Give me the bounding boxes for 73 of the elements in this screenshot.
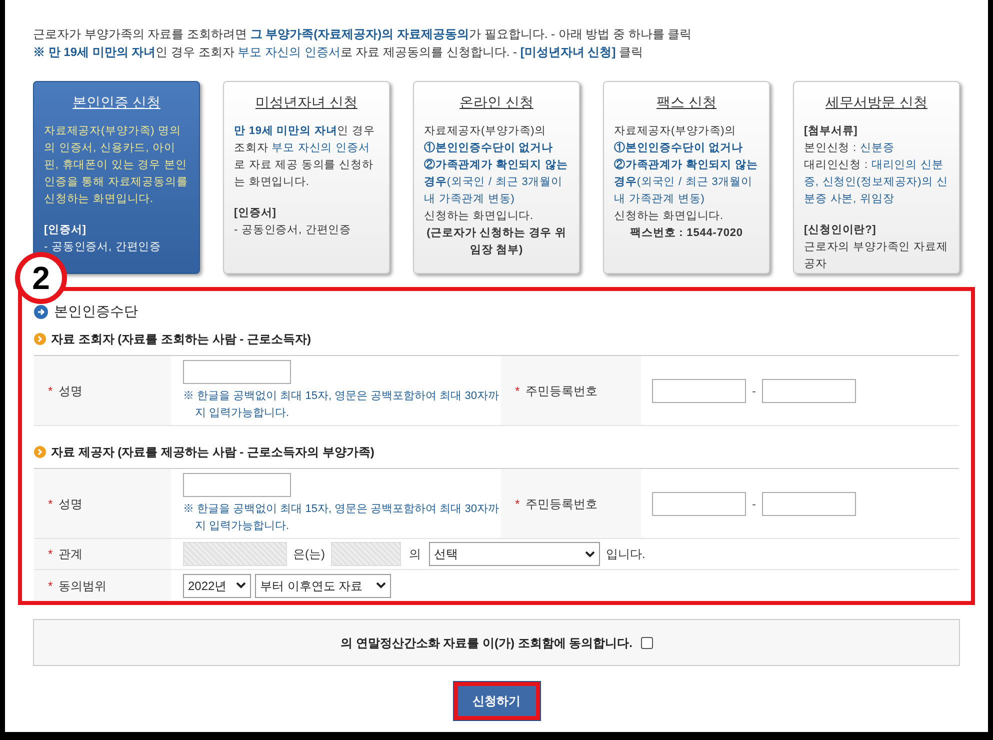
card-text: ①본인인증수단이 없거나 bbox=[424, 140, 554, 156]
dropdown[interactable]: 2022년 bbox=[183, 574, 251, 598]
hint-text: ※ 한글을 공백없이 최대 15자, 영문은 공백포함하여 최대 30자까지 입력가능합니다. bbox=[183, 388, 500, 420]
input-field[interactable] bbox=[183, 472, 291, 496]
card-text: 대리인신청 : 대리인의 신분증, 신청인(정보제공자)의 신분증 사본, 위임장 bbox=[804, 158, 949, 207]
field-label: 성명 bbox=[58, 382, 83, 400]
field-label: 동의범위 bbox=[58, 578, 107, 594]
card-text: 만 19세 미만의 자녀 인 경우 조회자 부모 자신의 인증서 로 자료 제공 동의를 신청하는 화면입니다. bbox=[234, 124, 376, 190]
card-text: 자료제공자(부양가족)의 bbox=[614, 124, 738, 139]
step-badge: 2 bbox=[15, 252, 67, 304]
card-text: 자료제공자(부양가족)의 bbox=[424, 124, 548, 139]
input-field[interactable] bbox=[762, 492, 856, 516]
required-mark: * bbox=[48, 546, 53, 563]
input-field[interactable] bbox=[652, 492, 746, 516]
card-text: 자료제공자(부양가족) 명의의 인증서, 신용카드, 아이핀, 휴대폰이 있는 경우 본인 인증을 통해 자료제공동의를 신청하는 화면입니다. bbox=[44, 124, 189, 207]
option-card[interactable]: 온라인 신청 자료제공자(부양가족)의 ①본인인증수단이 없거나 ②가족관계가 확인되지 않는 경우(외국인 / 최근 3개월이내 가족관계 변동) 신청하는 화면입니다. (근로자가 신청하는 경우 위임장 첨부) bbox=[413, 81, 580, 274]
hint-text: ※ 한글을 공백없이 최대 15자, 영문은 공백포함하여 최대 30자까지 입력가능합니다. bbox=[183, 502, 500, 534]
agreement-text: 의 연말정산간소화 자료를 이(가) 조회함에 동의합니다. bbox=[340, 634, 632, 652]
connector-text: 은(는) bbox=[293, 546, 325, 563]
required-mark: * bbox=[515, 382, 520, 400]
bullet-icon bbox=[34, 446, 46, 458]
card-text: [인증서] bbox=[44, 223, 88, 238]
connector-text: 의 bbox=[408, 546, 422, 563]
card-text: 근로자의 부양가족인 자료제공자 bbox=[804, 240, 949, 272]
option-card[interactable]: 세무서방문 신청 [첨부서류] 본인신청 : 신분증 대리인신청 : 대리인의 신분증, 신청인(정보제공자)의 신분증 사본, 위임장 [신청인이란?] 근로자의 부양가족인 자료제공자 bbox=[793, 81, 960, 274]
submit-button[interactable]: 신청하기 bbox=[454, 682, 540, 720]
group-title: 자료 조회자 (자료를 조회하는 사람 - 근로소득자) bbox=[51, 331, 311, 348]
intro-text: 근로자가 부양가족의 자료를 조회하려면 그 부양가족(자료제공자)의 자료제공동의가 필요합니다. - 아래 방법 중 하나를 클릭 bbox=[33, 26, 693, 43]
card-title: 본인인증 신청 bbox=[72, 93, 162, 112]
field-label: 관계 bbox=[58, 546, 83, 563]
chevron-icon bbox=[585, 550, 595, 558]
separator: - bbox=[752, 496, 756, 512]
card-text: [신청인이란?] bbox=[804, 223, 878, 238]
group-title: 자료 제공자 (자료를 제공하는 사람 - 근로소득자의 부양가족) bbox=[51, 444, 374, 461]
card-text: - 공동인증서, 간편인증 bbox=[44, 240, 162, 255]
card-text: ②가족관계가 확인되지 않는 경우(외국인 / 최근 3개월이내 가족관계 변동) bbox=[424, 158, 569, 207]
arrow-circle-icon bbox=[34, 304, 48, 318]
option-card[interactable]: 미성년자녀 신청 만 19세 미만의 자녀 인 경우 조회자 부모 자신의 인증서 로 자료 제공 동의를 신청하는 화면입니다. [인증서] - 공동인증서, 간편인증 bbox=[223, 81, 390, 274]
dropdown[interactable]: 선택 bbox=[429, 542, 600, 566]
dropdown[interactable]: 부터 이후연도 자료 bbox=[255, 574, 391, 598]
card-text: - 공동인증서, 간편인증 bbox=[234, 223, 352, 238]
card-title: 팩스 신청 bbox=[656, 93, 718, 112]
agreement-checkbox[interactable] bbox=[640, 636, 652, 648]
connector-text: 입니다. bbox=[606, 546, 646, 563]
card-text: (근로자가 신청하는 경우 위임장 첨부) bbox=[426, 226, 568, 258]
intro-text: ※ 만 19세 미만의 자녀 인 경우 조회자 부모 자신의 인증서로 자료 제공동의를 신청합니다. - [미성년자녀 신청] 클릭 bbox=[33, 44, 644, 61]
chevron-icon bbox=[236, 582, 246, 589]
card-text: 본인신청 : 신분증 bbox=[804, 141, 896, 156]
field-label: 성명 bbox=[58, 496, 83, 512]
card-text: ①본인인증수단이 없거나 bbox=[614, 140, 744, 156]
required-mark: * bbox=[48, 496, 53, 512]
card-text: [인증서] bbox=[234, 206, 278, 221]
option-card[interactable]: 팩스 신청 자료제공자(부양가족)의 ①본인인증수단이 없거나 ②가족관계가 확인되지 않는 경우(외국인 / 최근 3개월이내 가족관계 변동) 신청하는 화면입니다. 팩스번호 : 1544-7020 bbox=[603, 81, 770, 274]
section-title: 본인인증수단 bbox=[54, 302, 138, 321]
required-mark: * bbox=[48, 382, 53, 400]
field-label: 주민등록번호 bbox=[526, 382, 598, 400]
card-title: 미성년자녀 신청 bbox=[254, 93, 358, 112]
input-field[interactable] bbox=[652, 378, 746, 402]
input-field[interactable] bbox=[762, 378, 856, 402]
required-mark: * bbox=[515, 496, 520, 512]
card-text: 팩스번호 : 1544-7020 bbox=[629, 226, 744, 241]
card-text: [첨부서류] bbox=[804, 124, 859, 139]
bullet-icon bbox=[34, 333, 46, 345]
required-mark: * bbox=[48, 578, 53, 594]
card-title: 세무서방문 신청 bbox=[824, 93, 928, 112]
chevron-icon bbox=[376, 582, 386, 589]
input-field[interactable] bbox=[183, 360, 291, 384]
card-text: 신청하는 화면입니다. bbox=[424, 209, 535, 224]
card-title: 온라인 신청 bbox=[458, 93, 534, 112]
card-text: 신청하는 화면입니다. bbox=[614, 209, 725, 224]
card-text: ②가족관계가 확인되지 않는 경우(외국인 / 최근 3개월이내 가족관계 변동) bbox=[614, 158, 759, 207]
separator: - bbox=[752, 382, 756, 400]
field-label: 주민등록번호 bbox=[526, 496, 598, 512]
